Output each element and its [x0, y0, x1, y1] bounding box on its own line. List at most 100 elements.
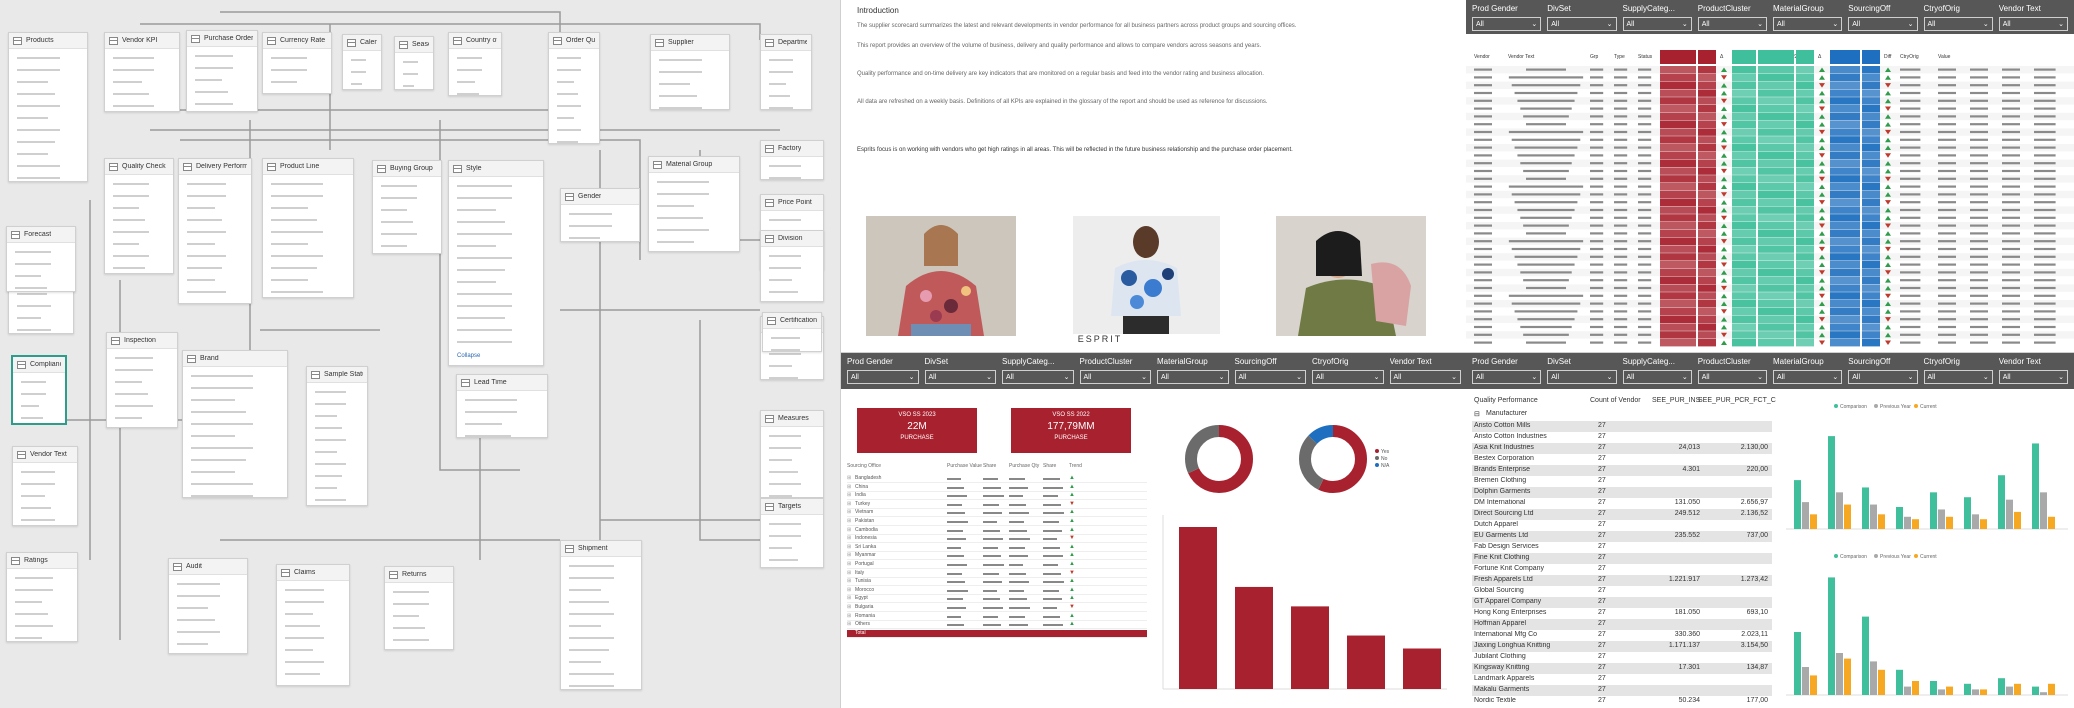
table-field[interactable] — [569, 225, 613, 232]
chevron-down-icon[interactable]: ⌄ — [2058, 373, 2064, 381]
bar[interactable] — [1972, 689, 1979, 695]
table-field[interactable] — [569, 601, 609, 608]
table-field[interactable] — [771, 349, 801, 351]
table-field[interactable] — [17, 153, 48, 160]
table-field[interactable] — [315, 427, 343, 434]
column-header[interactable]: Share — [1043, 463, 1056, 469]
table-field[interactable] — [115, 357, 153, 364]
table-field[interactable] — [17, 305, 51, 312]
table-field[interactable] — [457, 57, 483, 64]
bar[interactable] — [2014, 683, 2021, 695]
table-field[interactable] — [557, 93, 579, 100]
table-field[interactable] — [17, 177, 61, 181]
table-field[interactable] — [769, 59, 793, 66]
table-row[interactable]: Fab Design Services 27 — [1472, 542, 1772, 553]
table-row[interactable]: ⊞ Pakistan ▲ — [847, 518, 1147, 526]
vendor-table-header[interactable]: Vendor Text — [1508, 54, 1535, 60]
table-field[interactable] — [351, 59, 367, 66]
bar[interactable] — [1930, 681, 1937, 695]
table-field[interactable] — [15, 287, 48, 291]
table-field[interactable] — [113, 93, 149, 100]
bar[interactable] — [1828, 436, 1835, 529]
table-row[interactable]: Bestex Corporation 27 — [1472, 454, 1772, 465]
table-row[interactable]: Aristo Cotton Mills 27 — [1472, 421, 1772, 432]
table-row[interactable]: ⊞ Indonesia ▼ — [847, 535, 1147, 544]
bar[interactable] — [1836, 492, 1843, 529]
table-field[interactable] — [271, 291, 323, 297]
table-field[interactable] — [465, 435, 511, 437]
table-field[interactable] — [271, 267, 317, 274]
column-header[interactable]: Trend — [1069, 463, 1082, 469]
table-field[interactable] — [187, 207, 215, 214]
slicer-dropdown[interactable]: All ⌄ — [1848, 17, 1918, 31]
table-field[interactable] — [769, 279, 792, 286]
chevron-down-icon[interactable]: ⌄ — [1607, 20, 1613, 28]
table-row[interactable]: Jubilant Clothing 27 — [1472, 652, 1772, 663]
chevron-down-icon[interactable]: ⌄ — [1682, 20, 1688, 28]
table-field[interactable] — [195, 79, 222, 86]
table-row[interactable]: Hoffman Apparel 27 — [1472, 619, 1772, 630]
table-field[interactable] — [191, 423, 253, 430]
table-field[interactable] — [457, 245, 496, 252]
table-field[interactable] — [271, 183, 323, 190]
slicer-dropdown[interactable]: All ⌄ — [1773, 370, 1843, 384]
table-field[interactable] — [557, 69, 581, 76]
bar[interactable] — [2032, 686, 2039, 695]
qp-group-row[interactable]: ⊟ Manufacturer — [1472, 409, 1772, 420]
table-field[interactable] — [315, 499, 346, 505]
table-row[interactable]: Makalu Garments 27 — [1472, 685, 1772, 696]
table-field[interactable] — [457, 281, 496, 288]
chevron-down-icon[interactable]: ⌄ — [1607, 373, 1613, 381]
table-field[interactable] — [393, 627, 426, 634]
table-field[interactable] — [285, 661, 325, 668]
table-row[interactable]: ⊞ Bangladesh ▲ — [847, 475, 1147, 483]
table-field[interactable] — [191, 387, 253, 394]
expand-icon[interactable]: ⊞ — [847, 535, 851, 541]
model-table-card[interactable]: ShipmentCollapse — [560, 540, 642, 690]
table-row[interactable]: Hong Kong Enterprises 27 181.050 693,10 — [1472, 608, 1772, 619]
table-field[interactable] — [187, 231, 227, 238]
table-field[interactable] — [285, 637, 325, 644]
table-field[interactable] — [315, 463, 346, 470]
table-field[interactable] — [113, 267, 146, 273]
table-field[interactable] — [659, 83, 690, 90]
table-row[interactable]: ⊞ Myanmar ▲ — [847, 552, 1147, 561]
table-card-header[interactable]: Vendor KPI — [105, 33, 179, 49]
table-field[interactable] — [457, 305, 512, 312]
table-field[interactable] — [285, 685, 313, 686]
bar[interactable] — [1870, 661, 1877, 695]
model-table-card[interactable]: Vendor KPICollapse — [104, 32, 180, 112]
table-field[interactable] — [17, 293, 47, 300]
bar[interactable] — [1912, 681, 1919, 695]
model-table-card[interactable]: Sample StatusCollapse — [306, 366, 368, 506]
table-field[interactable] — [315, 415, 337, 422]
table-field[interactable] — [271, 93, 303, 94]
table-field[interactable] — [315, 475, 343, 482]
table-field[interactable] — [271, 69, 308, 76]
slicer-dropdown[interactable]: All ⌄ — [1472, 17, 1542, 31]
table-card-header[interactable]: Vendor Text — [13, 447, 77, 463]
table-field[interactable] — [15, 613, 49, 620]
slicer-dropdown[interactable]: All ⌄ — [1002, 370, 1074, 384]
table-row[interactable]: ⊞ Romania ▲ — [847, 613, 1147, 621]
table-row[interactable]: ⊞ Others ▲ — [847, 621, 1147, 630]
table-field[interactable] — [21, 405, 39, 412]
chevron-down-icon[interactable]: ⌄ — [1064, 373, 1070, 381]
model-table-card[interactable]: Country of OriginCollapse — [448, 32, 502, 96]
bar[interactable] — [2048, 683, 2055, 695]
bar[interactable] — [1794, 632, 1801, 695]
chevron-down-icon[interactable]: ⌄ — [1757, 373, 1763, 381]
bar[interactable] — [1179, 527, 1217, 689]
model-table-card[interactable]: ForecastCollapse — [6, 226, 76, 292]
expand-icon[interactable]: ⊞ — [847, 595, 851, 601]
slicer-dropdown[interactable]: All ⌄ — [1312, 370, 1384, 384]
table-field[interactable] — [769, 165, 802, 172]
table-field[interactable] — [17, 329, 51, 333]
table-field[interactable] — [187, 219, 222, 226]
table-field[interactable] — [657, 193, 709, 200]
table-field[interactable] — [457, 185, 512, 192]
slicer-dropdown[interactable]: All ⌄ — [1697, 17, 1767, 31]
table-row[interactable]: Fine Knit Clothing 27 — [1472, 553, 1772, 564]
table-field[interactable] — [177, 583, 221, 590]
collapse-link[interactable]: Collapse — [457, 353, 535, 359]
